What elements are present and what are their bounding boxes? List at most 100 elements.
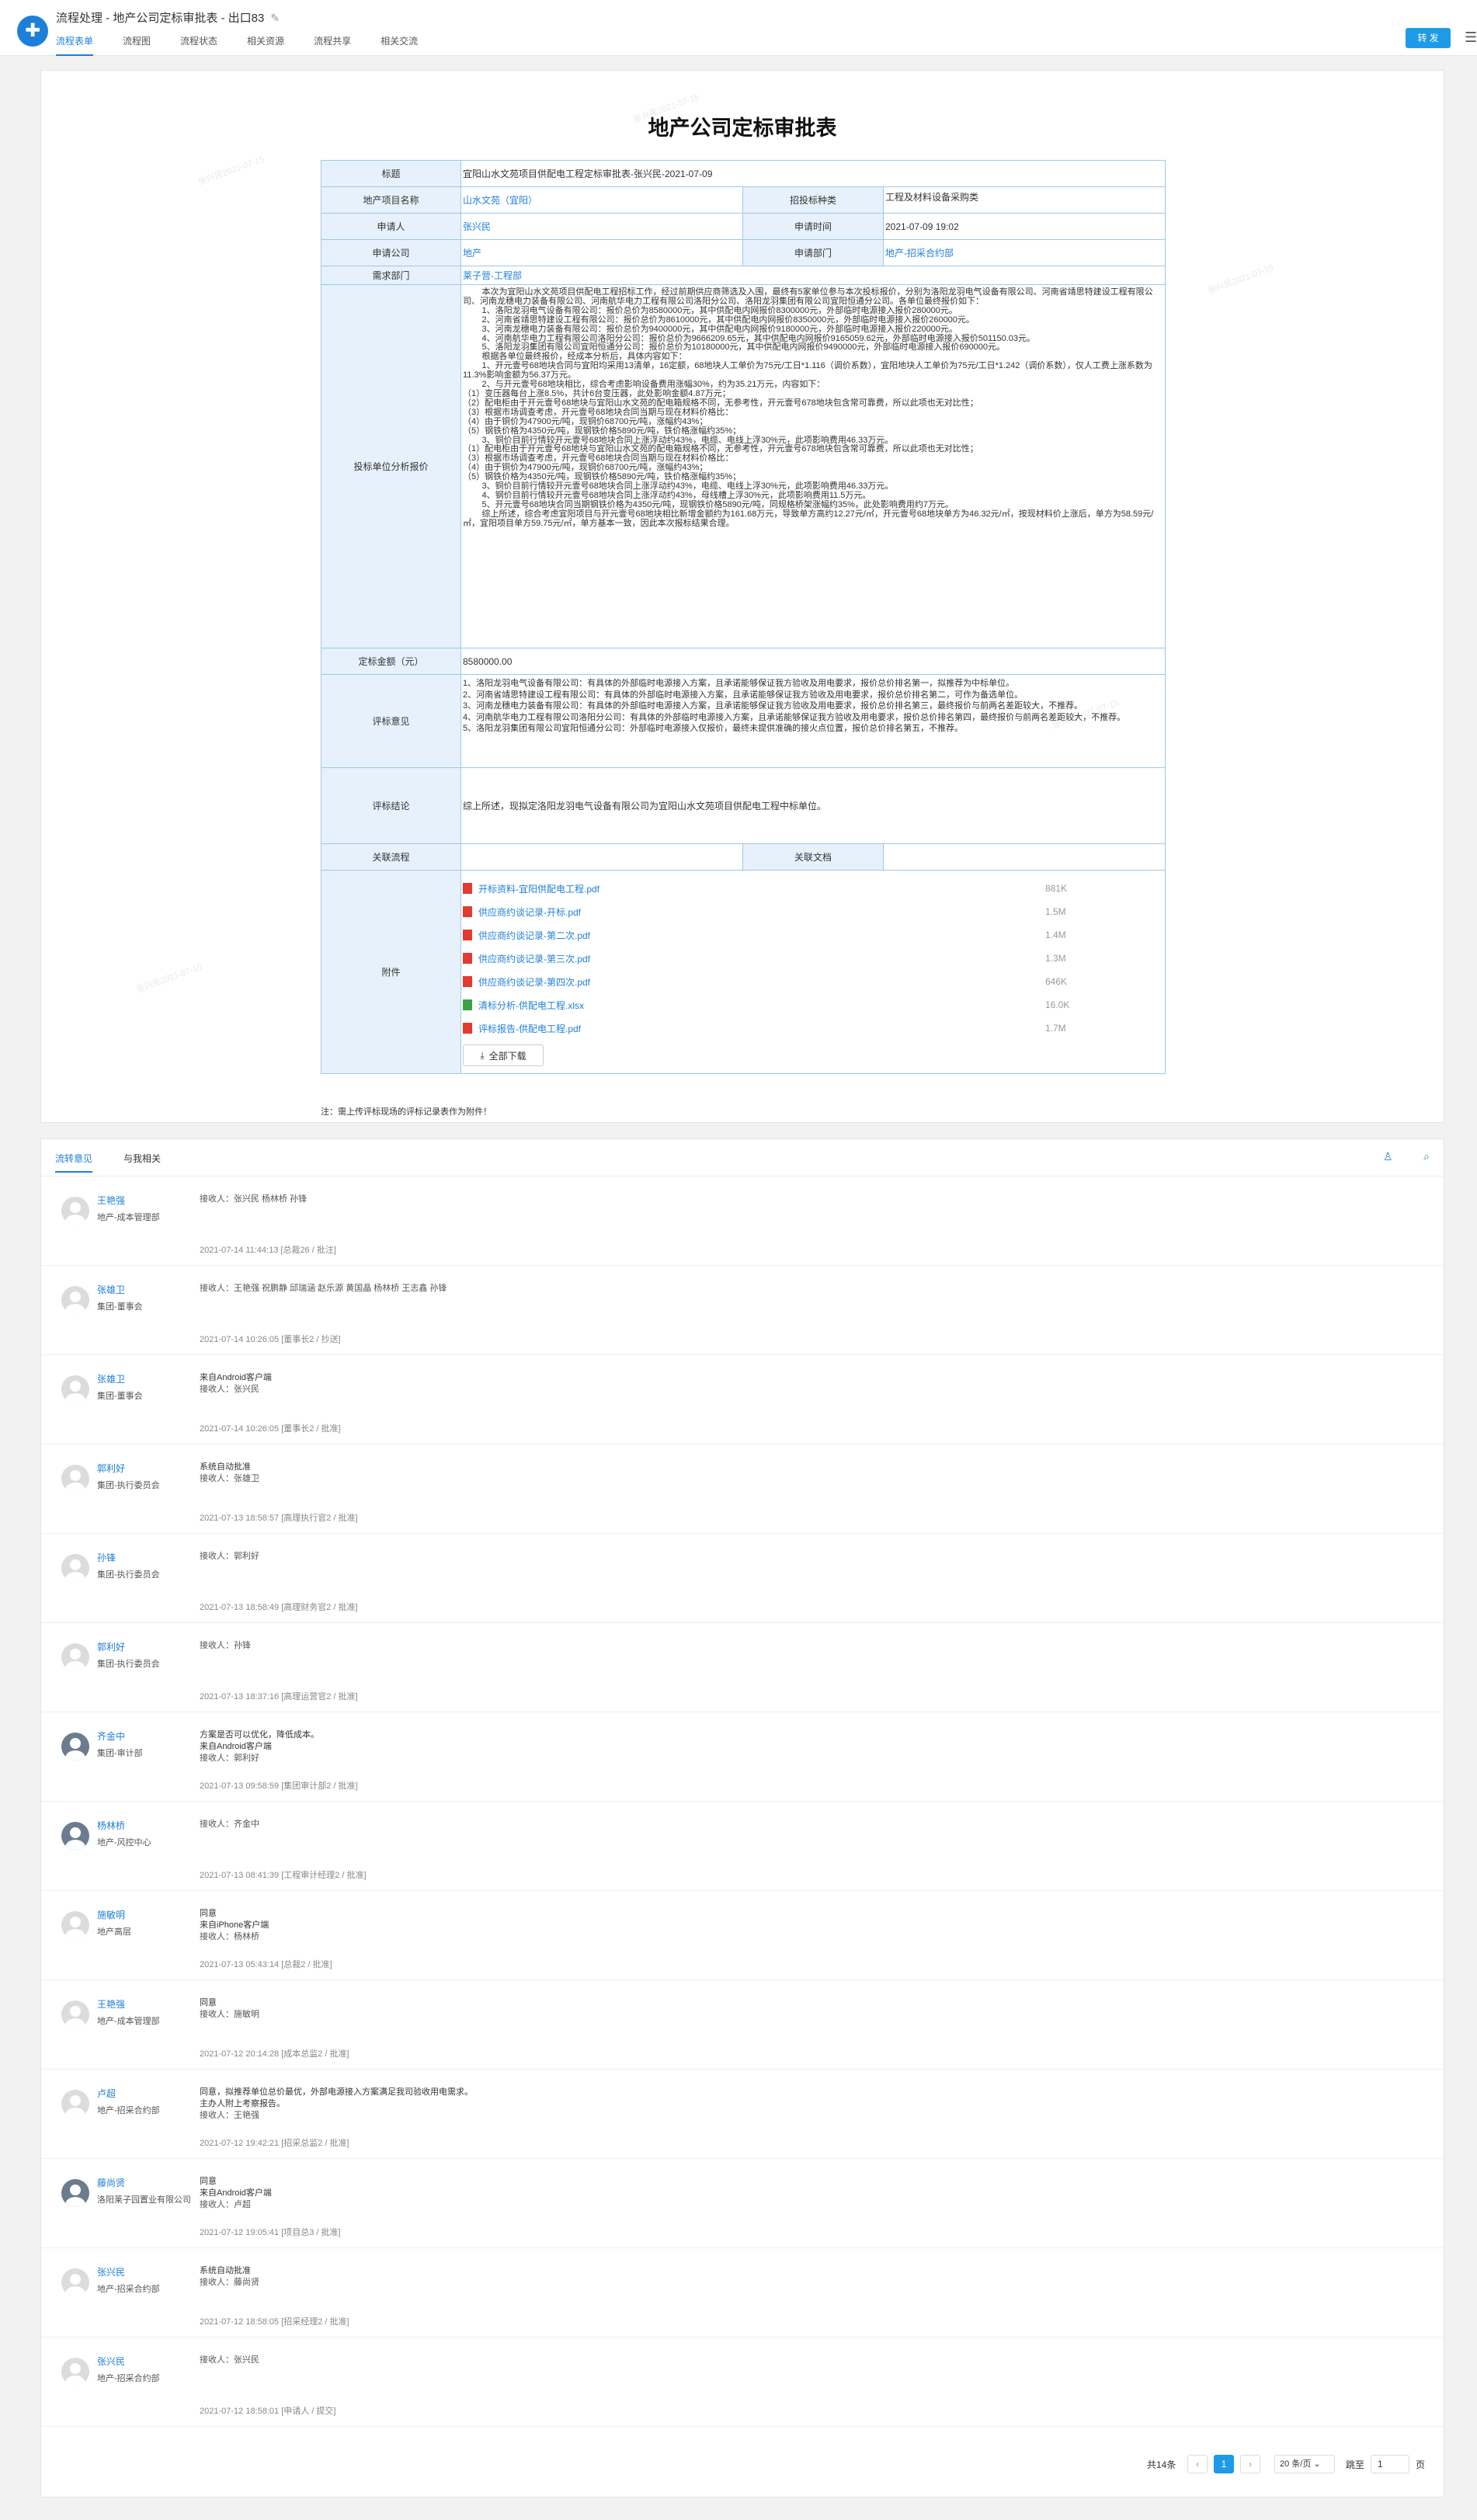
edit-icon[interactable]: ✎	[270, 12, 280, 24]
avatar[interactable]	[61, 2000, 89, 2028]
pagination: 共14条 ‹ 1 › 20 条/页 ⌄ 跳至 1 页	[41, 2452, 1444, 2475]
attachment-item[interactable]: 供应商约谈记录-第二次.pdf 1.4M	[463, 923, 1066, 947]
avatar[interactable]	[61, 1375, 89, 1403]
comment-line: 接收人：王艳强 祝鹏静 邱瑞涵 赵乐源 黄国晶 杨林桥 王志鑫 孙锋	[200, 1284, 447, 1293]
comment-line: 同意，拟推荐单位总价最优，外部电源接入方案满足我司验收用电需求。	[200, 2087, 473, 2097]
tab-status[interactable]: 流程状态	[180, 34, 217, 56]
comment-meta: 2021-07-13 09:58:59 [集团审计部2 / 批准]	[200, 1781, 358, 1791]
window-title-text: 流程处理 - 地产公司定标审批表 - 出口83	[56, 12, 265, 25]
forward-button[interactable]: 转 发	[1406, 28, 1451, 48]
comment-line: 来自iPhone客户端	[200, 1920, 269, 1930]
commenter-name[interactable]: 郭利好	[97, 1462, 125, 1475]
commenter-name[interactable]: 齐金中	[97, 1729, 125, 1743]
comment-line: 接收人：施敏明	[200, 2010, 259, 2019]
attachment-size: 881K	[1045, 883, 1068, 894]
commenter-name[interactable]: 施敏明	[97, 1908, 125, 1921]
analysis-label: 投标单位分析报价	[321, 285, 461, 648]
related-flow-value[interactable]	[461, 844, 743, 870]
commenter-dept: 集团-审计部	[97, 1749, 143, 1758]
jump-page-input[interactable]: 1	[1371, 2455, 1409, 2473]
comment-meta: 2021-07-13 18:58:49 [高理财务官2 / 批准]	[200, 1603, 358, 1612]
avatar[interactable]	[61, 1911, 89, 1939]
download-all-button[interactable]: ⤓ 全部下载	[463, 1044, 544, 1066]
commenter-name[interactable]: 张雄卫	[97, 1283, 125, 1296]
comment-line: 来自Android客户端	[200, 1742, 272, 1751]
commenter-name[interactable]: 孙锋	[97, 1551, 116, 1564]
apply-time-value: 2021-07-09 19:02	[884, 214, 1166, 239]
page-size-select[interactable]: 20 条/页 ⌄	[1274, 2455, 1335, 2473]
attachment-item[interactable]: 供应商约谈记录-第三次.pdf 1.3M	[463, 947, 1066, 970]
attachment-item[interactable]: 供应商约谈记录-开标.pdf 1.5M	[463, 900, 1066, 923]
avatar[interactable]	[61, 1822, 89, 1850]
dept-value[interactable]: 地产-招采合约部	[884, 240, 1166, 266]
avatar[interactable]	[61, 1554, 89, 1582]
commenter-name[interactable]: 张雄卫	[97, 1372, 125, 1385]
tab-flow-opinions[interactable]: 流转意见	[55, 1152, 93, 1173]
commenter-name[interactable]: 张兴民	[97, 2355, 125, 2368]
avatar[interactable]	[61, 2090, 89, 2118]
attachment-name[interactable]: 开标资料-宜阳供配电工程.pdf	[478, 882, 1045, 895]
search-icon[interactable]: ⌕	[1423, 1150, 1430, 1163]
commenter-name[interactable]: 王艳强	[97, 1194, 125, 1207]
attachment-item[interactable]: 评标报告-供配电工程.pdf 1.7M	[463, 1017, 1066, 1040]
prev-page-button[interactable]: ‹	[1187, 2455, 1208, 2473]
attachment-item[interactable]: 开标资料-宜阳供配电工程.pdf 881K	[463, 877, 1067, 900]
user-filter-icon[interactable]: ♙	[1383, 1150, 1393, 1163]
download-all-label: 全部下载	[488, 1050, 527, 1062]
attachment-item[interactable]: 清标分析-供配电工程.xlsx 16.0K	[463, 993, 1069, 1017]
demand-dept-value[interactable]: 莱子营-工程部	[461, 266, 1166, 284]
avatar[interactable]	[61, 2358, 89, 2386]
comments-tabs: 流转意见 与我相关 ♙ ⌕	[41, 1139, 1444, 1177]
attachment-name[interactable]: 评标报告-供配电工程.pdf	[478, 1022, 1045, 1035]
avatar[interactable]	[61, 2268, 89, 2296]
avatar[interactable]	[61, 1733, 89, 1761]
attachment-name[interactable]: 供应商约谈记录-第四次.pdf	[478, 975, 1045, 989]
pdf-file-icon	[463, 976, 472, 987]
comment-meta: 2021-07-13 08:41:39 [工程审计经理2 / 批准]	[200, 1871, 367, 1880]
watermark: 张兴民2021-07-15	[1206, 263, 1275, 296]
row-company: 申请公司 地产 申请部门 地产-招采合约部	[321, 240, 1166, 266]
avatar[interactable]	[61, 2179, 89, 2207]
comment-meta: 2021-07-12 18:58:05 [招采经理2 / 批准]	[200, 2317, 349, 2327]
attachment-item[interactable]: 供应商约谈记录-第四次.pdf 646K	[463, 970, 1067, 993]
comment-line: 接收人：张兴民 杨林桥 孙锋	[200, 1194, 308, 1204]
watermark: 张兴民2021-07-15	[134, 962, 203, 995]
commenter-name[interactable]: 张兴民	[97, 2265, 125, 2278]
next-page-button[interactable]: ›	[1240, 2455, 1260, 2473]
comment-body: 系统自动批准 接收人：张雄卫	[200, 1462, 259, 1485]
project-value[interactable]: 山水文苑（宜阳）	[461, 187, 743, 213]
commenter-name[interactable]: 藤尚贤	[97, 2176, 125, 2189]
tab-resources[interactable]: 相关资源	[247, 34, 284, 56]
company-value[interactable]: 地产	[461, 240, 743, 266]
commenter-name[interactable]: 王艳强	[97, 1997, 125, 2011]
attachment-name[interactable]: 供应商约谈记录-第三次.pdf	[478, 952, 1045, 965]
comment-item: 张雄卫 集团-董事会 来自Android客户端 接收人：张兴民 2021-07-14 1…	[41, 1355, 1444, 1444]
comment-item: 郭利好 集团-执行委员会 系统自动批准 接收人：张雄卫 2021-07-13 18:58…	[41, 1444, 1444, 1534]
page-button-current[interactable]: 1	[1214, 2455, 1234, 2473]
tab-share[interactable]: 流程共享	[314, 34, 351, 56]
attachment-name[interactable]: 清标分析-供配电工程.xlsx	[478, 999, 1045, 1012]
avatar[interactable]	[61, 1286, 89, 1314]
applicant-value[interactable]: 张兴民	[461, 214, 743, 239]
menu-icon[interactable]: ☰	[1465, 30, 1477, 46]
tab-flowchart[interactable]: 流程图	[123, 34, 151, 56]
commenter-name[interactable]: 卢超	[97, 2087, 116, 2100]
avatar[interactable]	[61, 1643, 89, 1671]
form-footnote: 注：需上传评标现场的评标记录表作为附件！	[321, 1107, 492, 1117]
comment-body: 同意 来自iPhone客户端 接收人：杨林桥	[200, 1908, 269, 1943]
tab-communication[interactable]: 相关交流	[381, 34, 418, 56]
commenter-name[interactable]: 郭利好	[97, 1640, 125, 1653]
row-demand-dept: 需求部门 莱子营-工程部	[321, 266, 1166, 285]
avatar[interactable]	[61, 1197, 89, 1225]
commenter-name[interactable]: 杨林桥	[97, 1819, 125, 1832]
attachment-name[interactable]: 供应商约谈记录-开标.pdf	[478, 905, 1045, 919]
tab-related-to-me[interactable]: 与我相关	[123, 1152, 161, 1165]
attachment-name[interactable]: 供应商约谈记录-第二次.pdf	[478, 929, 1045, 942]
row-opinion: 评标意见 1、洛阳龙羽电气设备有限公司：有具体的外部临时电源接入方案，且承诺能够…	[321, 675, 1166, 768]
commenter-dept: 地产-招采合约部	[97, 2374, 160, 2383]
related-doc-value[interactable]	[884, 844, 1166, 870]
comment-line: 接收人：郭利好	[200, 1754, 259, 1763]
pdf-file-icon	[463, 906, 472, 917]
avatar[interactable]	[61, 1465, 89, 1493]
tab-form[interactable]: 流程表单	[56, 34, 94, 56]
